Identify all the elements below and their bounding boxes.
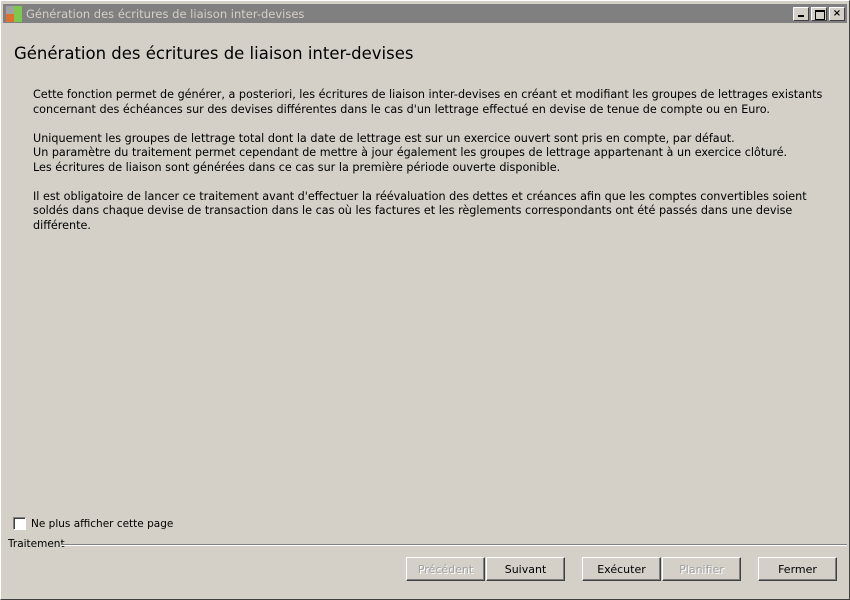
paragraph-2: Uniquement les groupes de lettrage total… <box>33 132 823 176</box>
paragraph-line: Il est obligatoire de lancer ce traiteme… <box>33 189 807 203</box>
description: Cette fonction permet de générer, a post… <box>33 88 823 248</box>
window-controls: × <box>793 6 845 21</box>
close-icon[interactable]: × <box>829 6 845 21</box>
hide-page-label[interactable]: Ne plus afficher cette page <box>31 518 173 530</box>
wizard-window: Génération des écritures de liaison inte… <box>0 0 850 600</box>
execute-button[interactable]: Exécuter <box>582 557 661 581</box>
page-title: Génération des écritures de liaison inte… <box>14 44 414 63</box>
previous-button[interactable]: Précédent <box>406 557 485 581</box>
paragraph-3: Il est obligatoire de lancer ce traiteme… <box>33 190 823 234</box>
title-bar[interactable]: Génération des écritures de liaison inte… <box>3 4 847 23</box>
minimize-icon[interactable] <box>793 6 809 21</box>
maximize-icon[interactable] <box>811 6 827 21</box>
paragraph-line: Uniquement les groupes de lettrage total… <box>33 131 735 145</box>
paragraph-line: Un paramètre du traitement permet cepend… <box>33 146 788 159</box>
paragraph-1: Cette fonction permet de générer, a post… <box>33 88 823 117</box>
paragraph-line: Les écritures de liaison sont générées d… <box>33 160 561 174</box>
hide-page-option[interactable]: Ne plus afficher cette page <box>13 517 173 530</box>
hide-page-checkbox[interactable] <box>13 517 26 530</box>
close-button[interactable]: Fermer <box>758 557 837 581</box>
group-divider <box>61 544 847 546</box>
paragraph-line: concernant des échéances sur des devises… <box>33 102 770 116</box>
schedule-button[interactable]: Planifier <box>662 557 741 581</box>
paragraph-line: Cette fonction permet de générer, a post… <box>33 88 823 101</box>
window-title: Génération des écritures de liaison inte… <box>26 6 305 21</box>
processing-group-label: Traitement <box>8 538 65 550</box>
app-icon <box>6 5 22 22</box>
paragraph-line: différente. <box>33 218 91 232</box>
next-button[interactable]: Suivant <box>486 557 565 581</box>
paragraph-line: soldés dans chaque devise de transaction… <box>33 204 793 217</box>
